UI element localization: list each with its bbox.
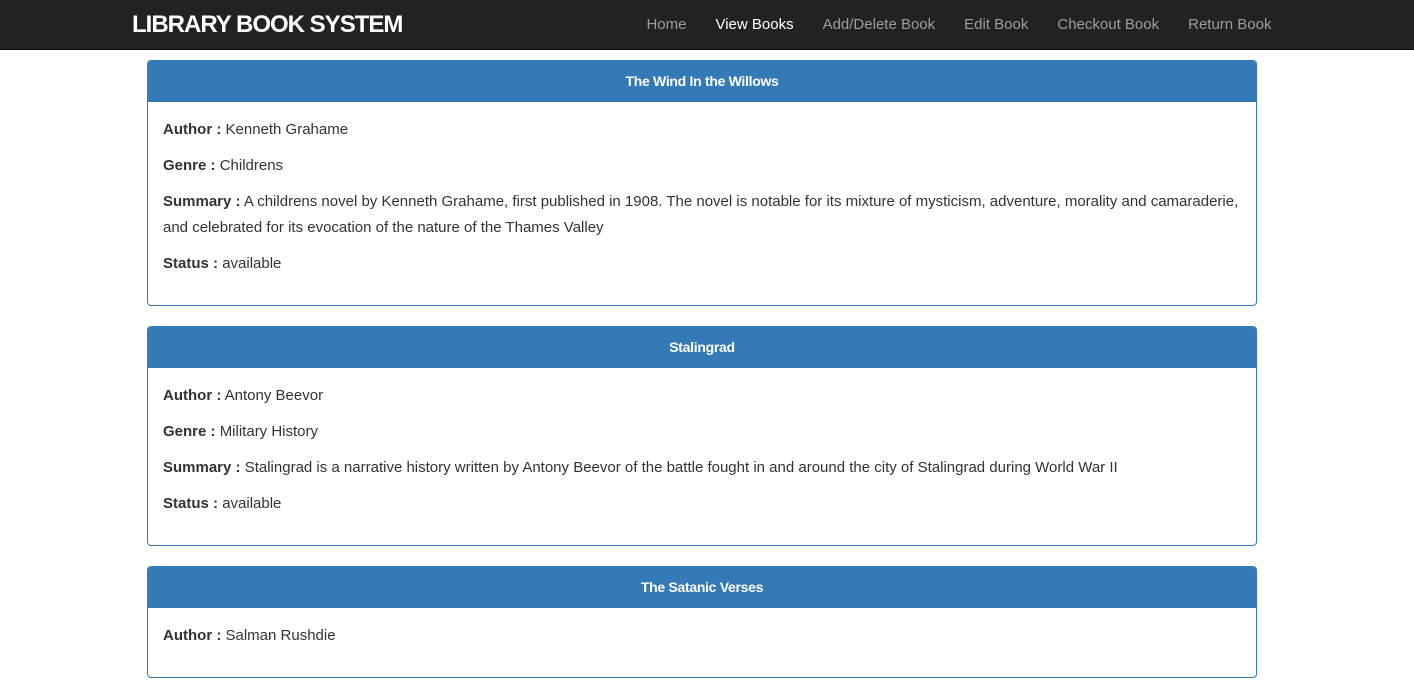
book-title: The Wind In the Willows [148, 61, 1256, 102]
author-value: Antony Beevor [224, 387, 324, 404]
book-summary: Summary : A childrens novel by Kenneth G… [163, 189, 1241, 241]
summary-value: A childrens novel by Kenneth Grahame, fi… [163, 193, 1239, 236]
status-value: available [222, 495, 282, 512]
status-label: Status : [163, 255, 219, 272]
book-title: Stalingrad [148, 327, 1256, 368]
author-label: Author : [163, 627, 222, 644]
author-label: Author : [163, 387, 222, 404]
brand-logo[interactable]: LIBRARY BOOK SYSTEM [132, 12, 403, 38]
status-label: Status : [163, 495, 219, 512]
author-label: Author : [163, 121, 222, 138]
book-genre: Genre : Childrens [163, 153, 1241, 179]
book-list: The Wind In the Willows Author : Kenneth… [147, 60, 1257, 698]
nav-view-books[interactable]: View Books [701, 0, 808, 50]
genre-label: Genre : [163, 423, 216, 440]
book-card: Stalingrad Author : Antony Beevor Genre … [147, 326, 1257, 546]
book-card: The Wind In the Willows Author : Kenneth… [147, 60, 1257, 306]
book-author: Author : Salman Rushdie [163, 623, 1241, 649]
nav-add-delete-book[interactable]: Add/Delete Book [808, 0, 950, 50]
book-summary: Summary : Stalingrad is a narrative hist… [163, 455, 1241, 481]
genre-label: Genre : [163, 157, 216, 174]
summary-value: Stalingrad is a narrative history writte… [244, 459, 1118, 476]
book-details: Author : Kenneth Grahame Genre : Childre… [148, 102, 1256, 305]
author-value: Kenneth Grahame [225, 121, 349, 138]
book-title: The Satanic Verses [148, 567, 1256, 608]
status-value: available [222, 255, 282, 272]
book-status: Status : available [163, 251, 1241, 277]
author-value: Salman Rushdie [225, 627, 336, 644]
book-card: The Satanic Verses Author : Salman Rushd… [147, 566, 1257, 678]
nav-checkout-book[interactable]: Checkout Book [1043, 0, 1174, 50]
nav-home[interactable]: Home [632, 0, 701, 50]
summary-label: Summary : [163, 193, 241, 210]
nav-menu: Home View Books Add/Delete Book Edit Boo… [632, 0, 1286, 50]
book-status: Status : available [163, 491, 1241, 517]
book-author: Author : Antony Beevor [163, 383, 1241, 409]
nav-edit-book[interactable]: Edit Book [950, 0, 1043, 50]
summary-label: Summary : [163, 459, 241, 476]
genre-value: Military History [219, 423, 319, 440]
genre-value: Childrens [219, 157, 284, 174]
book-details: Author : Antony Beevor Genre : Military … [148, 368, 1256, 545]
book-genre: Genre : Military History [163, 419, 1241, 445]
book-author: Author : Kenneth Grahame [163, 117, 1241, 143]
book-details: Author : Salman Rushdie [148, 608, 1256, 677]
nav-return-book[interactable]: Return Book [1174, 0, 1286, 50]
top-navbar: LIBRARY BOOK SYSTEM Home View Books Add/… [0, 0, 1414, 50]
